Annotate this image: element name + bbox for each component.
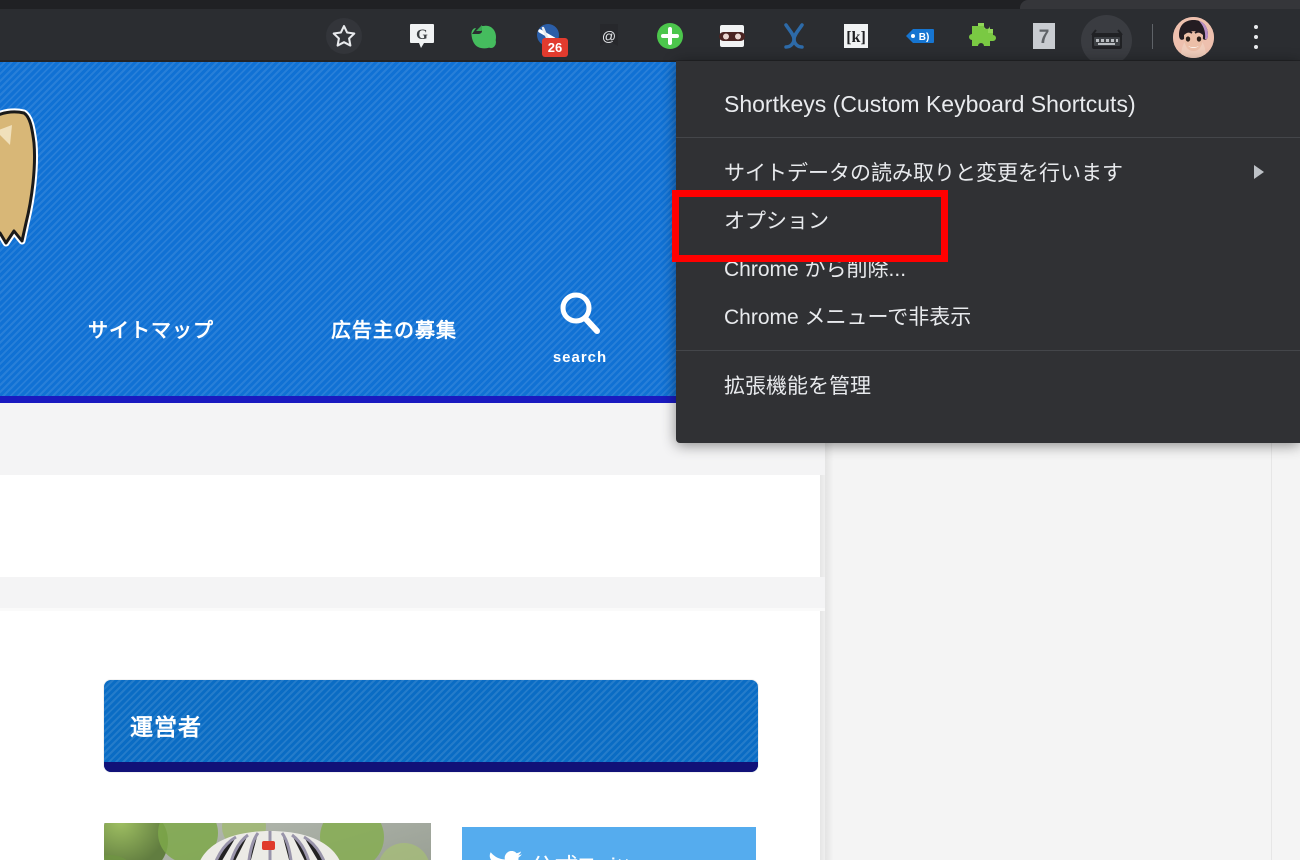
menu-item-site-access[interactable]: サイトデータの読み取りと変更を行います [676, 148, 1300, 196]
hero-search-button[interactable]: search [548, 288, 612, 366]
menu-item-manage-extensions[interactable]: 拡張機能を管理 [676, 361, 1300, 409]
menu-top-pad [676, 61, 1300, 71]
chrome-menu-icon[interactable] [1243, 21, 1269, 53]
pocket-badge: 26 [542, 38, 568, 57]
avatar-photo [1173, 17, 1214, 58]
official-twitter-button[interactable]: 公式Twitter [462, 827, 756, 860]
menu-pad-3 [676, 351, 1300, 361]
mail-icon[interactable]: @ [591, 18, 627, 54]
browser-toolbar: G 26 @ [k] B) 7 [0, 9, 1300, 66]
menu-item-extension-title[interactable]: Shortkeys (Custom Keyboard Shortcuts) [676, 71, 1300, 137]
content-band-lower-edge [0, 608, 825, 611]
svg-text:7: 7 [1039, 27, 1050, 48]
menu-item-remove-label: Chrome から削除... [724, 258, 907, 281]
puzzle-icon[interactable] [963, 18, 999, 54]
plus-icon[interactable] [652, 18, 688, 54]
section-header-operator: 運営者 [104, 680, 758, 772]
keyboard-icon[interactable] [1081, 15, 1132, 66]
menu-item-options[interactable]: オプション [676, 196, 1300, 244]
chevron-right-icon [1254, 165, 1264, 179]
evernote-icon[interactable] [466, 18, 502, 54]
hero-link-sitemap[interactable]: サイトマップ [88, 314, 214, 343]
tab-strip [0, 0, 1300, 9]
menu-dot [1254, 35, 1258, 39]
pocket-icon[interactable]: 26 [530, 18, 568, 57]
profile-photo-image [104, 823, 431, 860]
content-band-lower [0, 577, 825, 608]
menu-item-remove-from-chrome[interactable]: Chrome から削除... [676, 244, 1300, 292]
menu-pad-1 [676, 138, 1300, 148]
menu-pad-2 [676, 340, 1300, 350]
screenshot-root: サイトマップ 広告主の募集 search 運営者 G 26 @ [k] B) 7… [0, 0, 1300, 860]
svg-text:[k]: [k] [846, 29, 866, 46]
menu-item-hide-label: Chrome メニューで非表示 [724, 306, 972, 329]
blue-tool-icon[interactable] [776, 18, 812, 54]
hero-link-advertisers[interactable]: 広告主の募集 [331, 314, 457, 343]
menu-dot [1254, 45, 1258, 49]
toolbar-separator [1152, 24, 1153, 49]
active-tab[interactable] [1020, 0, 1300, 9]
menu-item-hide-in-chrome-menu[interactable]: Chrome メニューで非表示 [676, 292, 1300, 340]
hero-search-label: search [552, 349, 608, 366]
extension-context-menu: Shortkeys (Custom Keyboard Shortcuts) サイ… [676, 61, 1300, 443]
svg-text:B): B) [919, 32, 930, 43]
seven-icon[interactable]: 7 [1026, 18, 1062, 54]
menu-item-manage-label: 拡張機能を管理 [724, 375, 871, 398]
menu-dot [1254, 25, 1258, 29]
menu-item-site-access-label: サイトデータの読み取りと変更を行います [724, 162, 1123, 185]
avatar[interactable] [1173, 17, 1214, 58]
svg-text:@: @ [602, 28, 616, 44]
grammarly-icon[interactable]: G [404, 18, 440, 54]
operator-profile-photo [104, 823, 431, 860]
search-icon [560, 292, 600, 334]
mascot-dog-icon [0, 108, 39, 247]
mask-icon[interactable] [714, 18, 750, 54]
twitter-bird-icon [489, 850, 522, 860]
blue-tag-icon[interactable]: B) [902, 18, 938, 54]
bracket-k-icon[interactable]: [k] [838, 18, 874, 54]
svg-text:G: G [416, 27, 428, 43]
menu-item-options-label: オプション [724, 210, 829, 233]
section-header-operator-title: 運営者 [130, 714, 202, 740]
official-twitter-label: 公式Twitter [530, 847, 653, 860]
star-icon[interactable] [326, 18, 362, 54]
section-header-underline [104, 762, 758, 772]
